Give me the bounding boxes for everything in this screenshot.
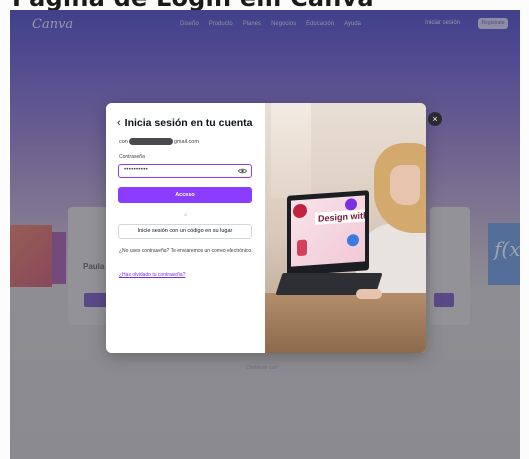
person-face <box>390 165 420 205</box>
password-value[interactable]: •••••••••• <box>124 167 148 173</box>
decor-blob <box>345 197 357 211</box>
forgot-password-link[interactable]: ¿Has olvidado tu contraseña? <box>119 272 185 278</box>
decor-blob <box>293 203 307 219</box>
passwordless-hint: ¿No uses contraseña? Te enviaremos un co… <box>119 248 253 254</box>
close-icon[interactable]: × <box>428 112 442 126</box>
laptop-screen-content: Design with ease <box>291 195 365 267</box>
decor-blob <box>297 239 307 257</box>
page-heading: Página de Login em Canva <box>12 0 374 12</box>
login-with-code-button[interactable]: Inicie sesión con un código en su lugar <box>118 224 252 239</box>
modal-title: Inicia sesión en tu cuenta <box>124 117 253 129</box>
person-hand <box>356 289 382 299</box>
screen-design-text: Design with ease <box>315 207 365 225</box>
email-suffix: gmail.com <box>173 138 199 145</box>
password-label: Contraseña <box>119 154 145 160</box>
back-arrow-icon[interactable]: ‹ <box>117 117 121 129</box>
illustration-photo: Design with ease <box>265 103 426 353</box>
laptop-screen: Design with ease <box>287 190 369 276</box>
or-divider: o <box>184 212 187 217</box>
email-display: con gmail.com <box>119 138 199 145</box>
email-redaction <box>128 138 173 145</box>
email-prefix: con <box>119 138 128 145</box>
decor-blob <box>347 233 359 247</box>
submit-button[interactable]: Acceso <box>118 187 252 203</box>
eye-icon[interactable] <box>238 168 247 174</box>
password-field[interactable]: •••••••••• <box>118 164 252 178</box>
desk <box>265 293 426 353</box>
login-form-panel: ‹ Inicia sesión en tu cuenta con gmail.c… <box>106 103 265 353</box>
modal-header: ‹ Inicia sesión en tu cuenta <box>117 117 252 129</box>
illustration-panel: Design with ease <box>265 103 426 353</box>
window-light <box>271 103 311 198</box>
login-modal: ‹ Inicia sesión en tu cuenta con gmail.c… <box>106 103 426 353</box>
